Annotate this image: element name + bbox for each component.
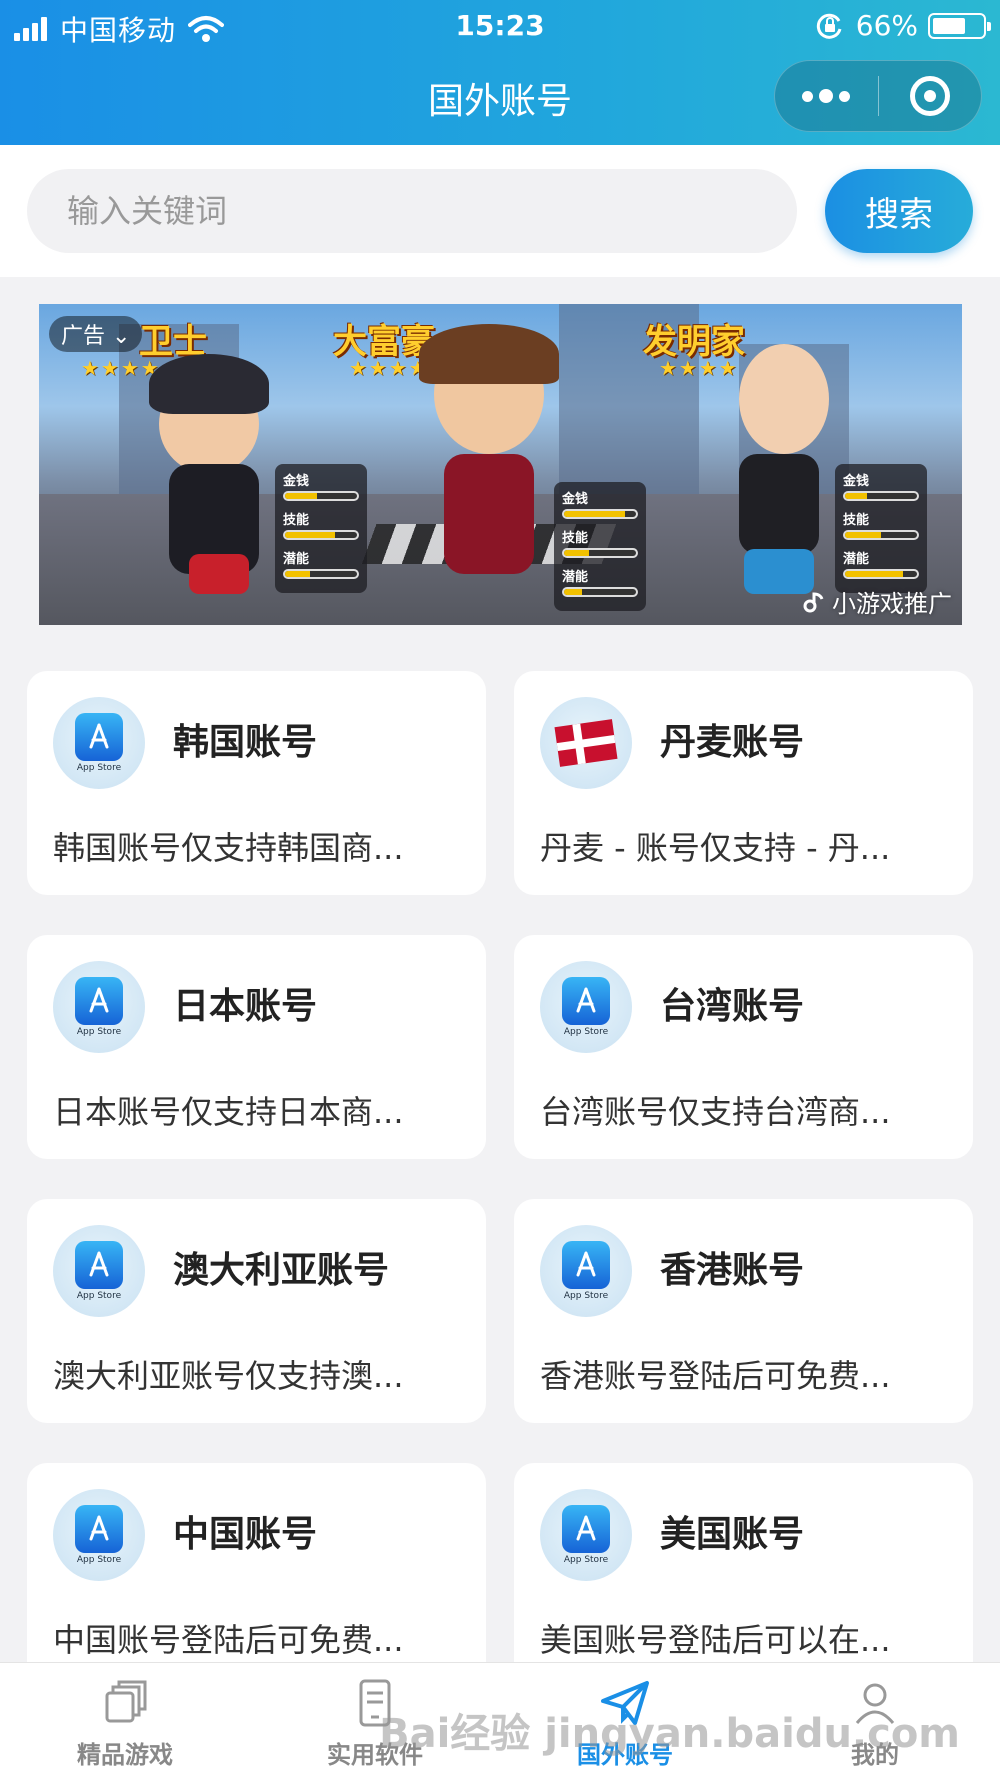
stat-label: 金钱 bbox=[843, 474, 870, 489]
status-right: 66% bbox=[816, 9, 991, 42]
stat-label: 金钱 bbox=[283, 474, 310, 489]
card-title: 韩国账号 bbox=[173, 722, 318, 763]
app-store-label: App Store bbox=[76, 1555, 122, 1565]
miniprogram-capsule bbox=[774, 60, 982, 132]
tab-label: 精品游戏 bbox=[77, 1741, 173, 1769]
battery-icon bbox=[928, 12, 991, 39]
rotation-lock-icon bbox=[816, 13, 842, 39]
app-store-label: App Store bbox=[76, 1027, 122, 1037]
stat-panel-1: 金钱 技能 潜能 bbox=[275, 464, 367, 593]
app-store-label: App Store bbox=[563, 1027, 609, 1037]
card-title: 澳大利亚账号 bbox=[173, 1250, 390, 1291]
tab-games[interactable]: 精品游戏 bbox=[0, 1663, 250, 1777]
stat-panel-2: 金钱 技能 潜能 bbox=[554, 482, 646, 611]
battery-percent: 66% bbox=[855, 9, 918, 42]
denmark-flag-icon bbox=[540, 697, 632, 789]
watermark: Bai经验 jingyan.baidu.com bbox=[379, 1711, 960, 1757]
card-desc: 韩国账号仅支持韩国商... bbox=[53, 829, 404, 867]
stat-panel-3: 金钱 技能 潜能 bbox=[835, 464, 927, 593]
app-store-icon: App Store bbox=[53, 1225, 145, 1317]
character-hair-1 bbox=[149, 354, 269, 414]
card-desc: 澳大利亚账号仅支持澳... bbox=[53, 1357, 404, 1395]
mini-game-promo: 小游戏推广 bbox=[802, 584, 952, 619]
app-store-icon: App Store bbox=[540, 961, 632, 1053]
ad-label[interactable]: 广告 ⌄ bbox=[49, 316, 143, 352]
card-title: 香港账号 bbox=[660, 1250, 805, 1291]
account-card-australia[interactable]: App Store 澳大利亚账号 澳大利亚账号仅支持澳... bbox=[27, 1199, 486, 1423]
app-store-icon: App Store bbox=[53, 961, 145, 1053]
card-desc: 日本账号仅支持日本商... bbox=[53, 1093, 404, 1131]
character-head-3 bbox=[739, 344, 829, 454]
card-title: 美国账号 bbox=[660, 1514, 805, 1555]
account-card-usa[interactable]: App Store 美国账号 美国账号登陆后可以在... bbox=[514, 1463, 973, 1687]
stat-label: 潜能 bbox=[843, 552, 870, 567]
card-title: 丹麦账号 bbox=[660, 722, 805, 763]
account-card-china[interactable]: App Store 中国账号 中国账号登陆后可免费... bbox=[27, 1463, 486, 1687]
search-input[interactable] bbox=[27, 169, 797, 253]
account-card-korea[interactable]: App Store 韩国账号 韩国账号仅支持韩国商... bbox=[27, 671, 486, 895]
top-header: 中国移动 15:23 66% 国外账号 bbox=[0, 0, 1000, 145]
stars-rating-3: ★★★★ bbox=[659, 356, 739, 380]
card-desc: 丹麦 - 账号仅支持 - 丹... bbox=[540, 829, 891, 867]
bottom-tab-bar: 精品游戏 实用软件 国外账号 我的 Bai经验 jingyan.baidu.co… bbox=[0, 1662, 1000, 1777]
promo-label: 小游戏推广 bbox=[832, 590, 952, 618]
close-miniprogram-button[interactable] bbox=[879, 60, 982, 132]
ad-label-text: 广告 bbox=[61, 324, 106, 349]
status-bar: 中国移动 15:23 66% bbox=[0, 0, 1000, 50]
chevron-down-icon: ⌄ bbox=[112, 324, 131, 349]
card-desc: 香港账号登陆后可免费... bbox=[540, 1357, 891, 1395]
stat-label: 潜能 bbox=[562, 570, 589, 585]
stat-label: 技能 bbox=[562, 531, 589, 546]
ad-banner[interactable]: 卫士 ★★★★ 大富豪 ★★★★★ 发明家 ★★★★ 金钱 技能 潜能 金钱 技… bbox=[39, 304, 962, 625]
stat-label: 潜能 bbox=[283, 552, 310, 567]
account-card-hongkong[interactable]: App Store 香港账号 香港账号登陆后可免费... bbox=[514, 1199, 973, 1423]
target-icon bbox=[909, 76, 950, 116]
account-card-japan[interactable]: App Store 日本账号 日本账号仅支持日本商... bbox=[27, 935, 486, 1159]
app-store-icon: App Store bbox=[540, 1489, 632, 1581]
character-body-2 bbox=[444, 454, 534, 574]
account-card-denmark[interactable]: 丹麦账号 丹麦 - 账号仅支持 - 丹... bbox=[514, 671, 973, 895]
app-store-icon: App Store bbox=[53, 1489, 145, 1581]
stat-label: 技能 bbox=[283, 513, 310, 528]
card-title: 台湾账号 bbox=[660, 986, 805, 1027]
app-store-label: App Store bbox=[563, 1291, 609, 1301]
card-desc: 台湾账号仅支持台湾商... bbox=[540, 1093, 891, 1131]
link-icon bbox=[803, 591, 824, 612]
card-desc: 中国账号登陆后可免费... bbox=[53, 1621, 404, 1659]
more-button[interactable] bbox=[775, 60, 878, 132]
card-title: 中国账号 bbox=[173, 1514, 318, 1555]
app-store-label: App Store bbox=[76, 763, 122, 773]
app-store-label: App Store bbox=[563, 1555, 609, 1565]
search-button[interactable]: 搜索 bbox=[825, 169, 973, 253]
search-bar: 搜索 bbox=[0, 145, 1000, 277]
stat-label: 技能 bbox=[843, 513, 870, 528]
stars-rating-1: ★★★★ bbox=[81, 356, 161, 380]
games-icon bbox=[105, 1680, 147, 1723]
app-store-icon: App Store bbox=[540, 1225, 632, 1317]
app-store-label: App Store bbox=[76, 1291, 122, 1301]
character-pants-1 bbox=[189, 554, 249, 594]
character-body-3 bbox=[739, 454, 819, 554]
card-title: 日本账号 bbox=[173, 986, 318, 1027]
card-desc: 美国账号登陆后可以在... bbox=[540, 1621, 891, 1659]
stat-label: 金钱 bbox=[562, 492, 589, 507]
character-hair-2 bbox=[419, 324, 559, 384]
more-dots-icon bbox=[799, 89, 853, 103]
account-card-taiwan[interactable]: App Store 台湾账号 台湾账号仅支持台湾商... bbox=[514, 935, 973, 1159]
app-store-icon: App Store bbox=[53, 697, 145, 789]
